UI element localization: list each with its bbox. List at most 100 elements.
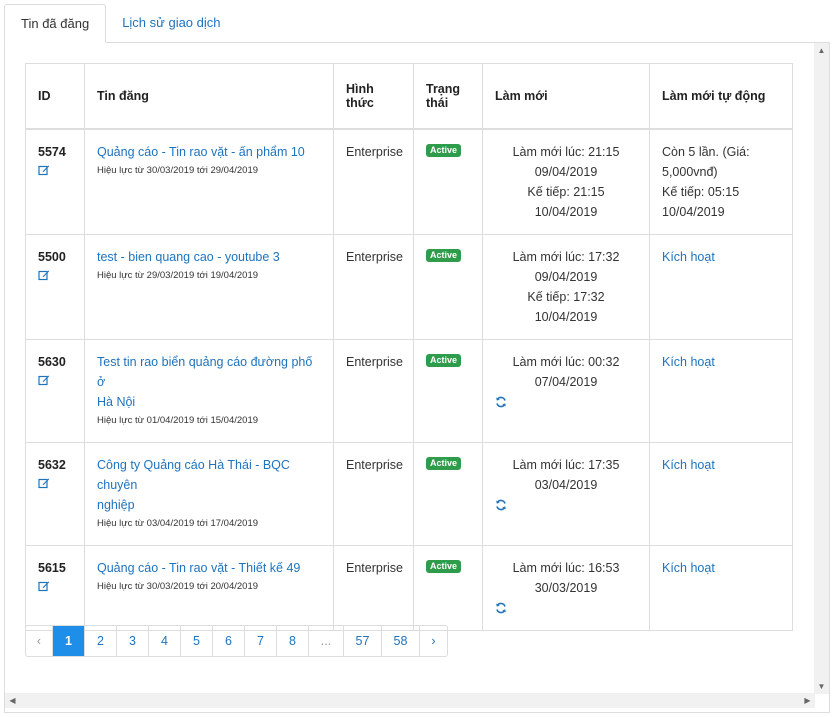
listings-table: ID Tin đăng Hình thức Trạng thái Làm mới … bbox=[25, 63, 793, 631]
page-4[interactable]: 4 bbox=[149, 626, 181, 656]
listing-id: 5632 bbox=[38, 458, 66, 472]
cell-refresh: Làm mới lúc: 00:32 07/04/2019 bbox=[482, 339, 650, 443]
listing-title-link[interactable]: test - bien quang cao - youtube 3 bbox=[97, 247, 321, 267]
sync-icon[interactable] bbox=[495, 394, 507, 408]
cell-id: 5574 bbox=[25, 128, 85, 235]
listing-validity: Hiệu lực từ 03/04/2019 tới 17/04/2019 bbox=[97, 518, 259, 529]
cell-type: Enterprise bbox=[333, 128, 414, 235]
scroll-down-arrow-icon[interactable]: ▼ bbox=[814, 679, 829, 694]
listing-title-line2: Hà Nội bbox=[97, 395, 136, 409]
cell-refresh: Làm mới lúc: 21:15 09/04/2019 Kế tiếp: 2… bbox=[482, 128, 650, 235]
scroll-right-arrow-icon[interactable]: ▶ bbox=[800, 693, 815, 708]
listing-title-link[interactable]: Công ty Quảng cáo Hà Thái - BQC chuyên ng… bbox=[97, 455, 321, 515]
sync-icon[interactable] bbox=[495, 600, 507, 614]
listing-title-link[interactable]: Quảng cáo - Tin rao vặt - Thiết kế 49 bbox=[97, 558, 321, 578]
header-status-line1: Trạng bbox=[426, 81, 461, 96]
tab-bar: Tin đã đăng Lịch sử giao dịch bbox=[4, 4, 830, 43]
page-2[interactable]: 2 bbox=[85, 626, 117, 656]
refresh-date: 03/04/2019 bbox=[534, 478, 598, 492]
header-status-line2: thái bbox=[426, 95, 449, 110]
activate-link[interactable]: Kích hoạt bbox=[662, 458, 715, 472]
listing-title-link[interactable]: Test tin rao biển quảng cáo đường phố ở H… bbox=[97, 352, 321, 412]
page-1[interactable]: 1 bbox=[53, 626, 85, 656]
cell-auto-refresh: Kích hoạt bbox=[649, 234, 793, 340]
cell-title: test - bien quang cao - youtube 3 Hiệu l… bbox=[84, 234, 334, 340]
header-type: Hình thức bbox=[333, 63, 414, 130]
refresh-date: 07/04/2019 bbox=[534, 375, 598, 389]
listing-validity: Hiệu lực từ 29/03/2019 tới 19/04/2019 bbox=[97, 270, 259, 281]
refresh-time: Làm mới lúc: 00:32 bbox=[512, 355, 620, 369]
cell-status: Active bbox=[413, 339, 483, 443]
cell-refresh: Làm mới lúc: 17:32 09/04/2019 Kế tiếp: 1… bbox=[482, 234, 650, 340]
edit-icon[interactable] bbox=[38, 162, 50, 175]
cell-id: 5632 bbox=[25, 442, 85, 546]
table-row: 5615 Quảng cáo - Tin rao vặt - Thiết kế … bbox=[25, 545, 793, 631]
header-title: Tin đăng bbox=[84, 63, 334, 130]
status-badge: Active bbox=[426, 457, 462, 470]
status-badge: Active bbox=[426, 249, 462, 262]
refresh-next: Kế tiếp: 21:15 10/04/2019 bbox=[527, 184, 605, 219]
auto-remaining: Còn 5 lần. (Giá: bbox=[662, 144, 750, 159]
sync-icon[interactable] bbox=[495, 497, 507, 511]
table-row: 5630 Test tin rao biển quảng cáo đường p… bbox=[25, 339, 793, 443]
pagination-next[interactable]: › bbox=[420, 626, 447, 656]
edit-icon[interactable] bbox=[38, 578, 50, 592]
horizontal-scrollbar[interactable]: ◀ ▶ bbox=[5, 693, 815, 708]
listing-title-line1: Công ty Quảng cáo Hà Thái - BQC chuyên bbox=[97, 458, 290, 492]
cell-type: Enterprise bbox=[333, 234, 414, 340]
edit-icon[interactable] bbox=[38, 475, 50, 489]
cell-id: 5630 bbox=[25, 339, 85, 443]
cell-auto-refresh: Còn 5 lần. (Giá: 5,000vnđ) Kế tiếp: 05:1… bbox=[649, 128, 793, 235]
table-row: 5500 test - bien quang cao - youtube 3 H… bbox=[25, 234, 793, 340]
listing-title-line2: nghiệp bbox=[97, 498, 135, 512]
refresh-date: 30/03/2019 bbox=[534, 581, 598, 595]
scroll-area: ID Tin đăng Hình thức Trạng thái Làm mới … bbox=[5, 43, 815, 694]
status-badge: Active bbox=[426, 354, 462, 367]
listing-validity: Hiệu lực từ 30/03/2019 tới 29/04/2019 bbox=[97, 164, 259, 176]
cell-type: Enterprise bbox=[333, 442, 414, 546]
refresh-date: 09/04/2019 bbox=[534, 270, 598, 284]
pagination: ‹ 1 2 3 4 5 6 7 8 ... 57 58 › bbox=[25, 625, 448, 657]
cell-title: Quảng cáo - Tin rao vặt - Thiết kế 49 Hi… bbox=[84, 545, 334, 631]
tab-panel: ID Tin đăng Hình thức Trạng thái Làm mới … bbox=[4, 43, 830, 713]
refresh-time: Làm mới lúc: 17:35 bbox=[512, 458, 620, 472]
cell-id: 5615 bbox=[25, 545, 85, 631]
page-8[interactable]: 8 bbox=[277, 626, 309, 656]
cell-status: Active bbox=[413, 234, 483, 340]
page-57[interactable]: 57 bbox=[344, 626, 382, 656]
auto-next-time: Kế tiếp: 05:15 bbox=[662, 184, 740, 199]
refresh-next: Kế tiếp: 17:32 10/04/2019 bbox=[527, 290, 605, 324]
page-5[interactable]: 5 bbox=[181, 626, 213, 656]
table-row: 5632 Công ty Quảng cáo Hà Thái - BQC chu… bbox=[25, 442, 793, 546]
header-id: ID bbox=[25, 63, 85, 130]
page-58[interactable]: 58 bbox=[382, 626, 420, 656]
scroll-up-arrow-icon[interactable]: ▲ bbox=[814, 43, 829, 58]
cell-title: Quảng cáo - Tin rao vặt - ấn phẩm 10 Hiệ… bbox=[84, 128, 334, 235]
page-6[interactable]: 6 bbox=[213, 626, 245, 656]
activate-link[interactable]: Kích hoạt bbox=[662, 355, 715, 369]
status-badge: Active bbox=[426, 143, 462, 157]
edit-icon[interactable] bbox=[38, 267, 50, 281]
auto-next-date: 10/04/2019 bbox=[662, 204, 725, 219]
edit-icon[interactable] bbox=[38, 372, 50, 386]
listing-id: 5630 bbox=[38, 355, 66, 369]
refresh-date: 09/04/2019 bbox=[534, 164, 598, 179]
scroll-left-arrow-icon[interactable]: ◀ bbox=[5, 693, 20, 708]
listing-title-link[interactable]: Quảng cáo - Tin rao vặt - ấn phẩm 10 bbox=[97, 142, 321, 162]
header-status: Trạng thái bbox=[413, 63, 483, 130]
cell-auto-refresh: Kích hoạt bbox=[649, 545, 793, 631]
refresh-time: Làm mới lúc: 16:53 bbox=[512, 561, 620, 575]
listing-id: 5500 bbox=[38, 250, 66, 264]
activate-link[interactable]: Kích hoạt bbox=[662, 561, 715, 575]
cell-title: Công ty Quảng cáo Hà Thái - BQC chuyên ng… bbox=[84, 442, 334, 546]
page-7[interactable]: 7 bbox=[245, 626, 277, 656]
activate-link[interactable]: Kích hoạt bbox=[662, 250, 715, 264]
header-auto-refresh: Làm mới tự động bbox=[649, 63, 793, 130]
listing-id: 5574 bbox=[38, 144, 66, 159]
tab-transaction-history[interactable]: Lịch sử giao dịch bbox=[106, 4, 236, 43]
vertical-scrollbar[interactable]: ▲ ▼ bbox=[814, 43, 829, 694]
pagination-prev[interactable]: ‹ bbox=[26, 626, 53, 656]
table-row: 5574 Quảng cáo - Tin rao vặt - ấn phẩm 1… bbox=[25, 128, 793, 235]
page-3[interactable]: 3 bbox=[117, 626, 149, 656]
tab-posted-listings[interactable]: Tin đã đăng bbox=[4, 4, 107, 43]
